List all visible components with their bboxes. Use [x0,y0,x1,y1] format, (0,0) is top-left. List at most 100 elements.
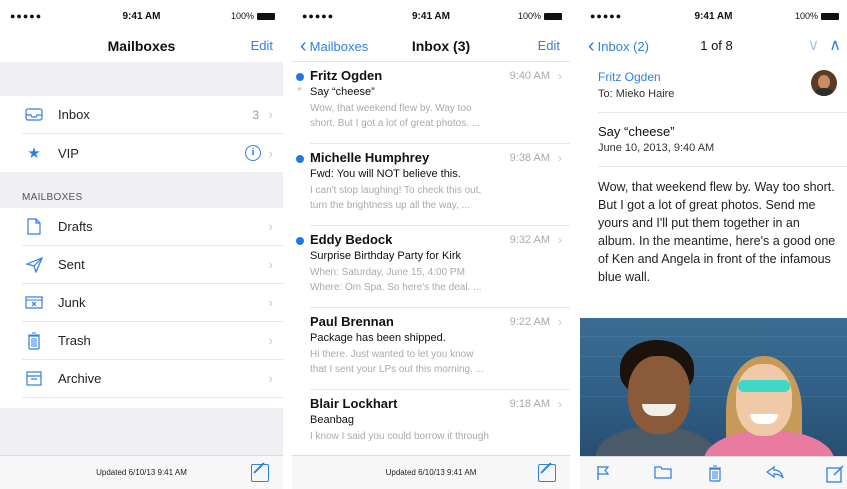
message-subject: Say “cheese” [310,86,375,98]
compose-icon[interactable] [251,464,269,482]
message-body: Wow, that weekend flew by. Way too short… [598,180,836,284]
message-subject: Surprise Birthday Party for Kirk [310,250,461,262]
message-preview: Wow, that weekend flew by. Way too short.… [310,101,542,131]
message-time: 9:38 AM [509,152,550,164]
preview-line: that I sent your LPs out this morning. .… [310,364,484,375]
sent-icon [22,256,46,273]
status-bar: ●●●●● 9:41 AM 100% [580,0,847,34]
battery-indicator: 100% [231,11,275,21]
previous-message-icon[interactable]: ∧ [829,35,841,55]
message-subject: Fwd: You will NOT believe this. [310,168,461,180]
mailbox-label: Drafts [58,219,93,234]
message-preview: When: Saturday, June 15, 4:00 PM Where: O… [310,265,542,295]
trash-icon [22,332,46,350]
section-header: MAILBOXES [0,172,283,208]
attachment-icon: ⌖ [297,84,303,94]
info-icon[interactable]: i [245,145,261,161]
chevron-right-icon: › [268,333,273,348]
message-row[interactable]: Michelle Humphrey 9:38 AM › Fwd: You wil… [296,144,570,226]
mailbox-row-drafts[interactable]: Drafts › [22,208,283,246]
message-time: 9:32 AM [509,234,550,246]
divider [598,166,847,167]
wall-line [580,396,847,397]
compose-icon[interactable] [538,464,556,482]
preview-line: short. But I got a lot of great photos. … [310,118,481,129]
message-row[interactable]: Paul Brennan 9:22 AM › Package has been … [310,308,570,390]
message-preview: I know I said you could borrow it throug… [310,429,542,444]
battery-percent: 100% [517,11,541,21]
unread-dot [296,155,304,163]
message-time: 9:18 AM [509,398,550,410]
message-preview: Hi there. Just wanted to let you know tha… [310,347,542,377]
star-icon: ★ [27,145,41,162]
recipient-line: To: Mieko Haire [598,88,675,100]
avatar [811,70,837,96]
battery-indicator: 100% [795,11,839,21]
next-message-icon[interactable]: ∨ [808,35,820,55]
message-row[interactable]: Eddy Bedock 9:32 AM › Surprise Birthday … [296,226,570,308]
reply-icon[interactable] [765,465,784,483]
navigation-bar: ‹ Mailboxes Inbox (3) Edit [292,34,570,62]
message-row[interactable]: ⌖ Fritz Ogden 9:40 AM › Say “cheese” Wow… [296,62,570,144]
edit-button[interactable]: Edit [538,38,560,53]
archive-icon [22,371,46,386]
battery-percent: 100% [794,11,818,21]
flag-icon[interactable] [596,465,610,485]
trash-icon[interactable] [708,465,722,486]
message-subject: Package has been shipped. [310,332,446,344]
chevron-right-icon: › [558,151,562,165]
mailbox-row-vip[interactable]: ★ VIP i › [22,134,283,172]
message-detail-screen: ●●●●● 9:41 AM 100% ‹ Inbox (2) 1 of 8 ∨ ∧… [580,0,847,489]
photo-person [738,380,790,392]
chevron-right-icon: › [558,315,562,329]
chevron-right-icon: › [268,107,273,122]
chevron-right-icon: › [268,371,273,386]
mailbox-row-trash[interactable]: Trash › [22,322,283,360]
mailbox-row-archive[interactable]: Archive › [22,360,283,398]
bottom-toolbar: Updated 6/10/13 9:41 AM [292,455,570,489]
battery-icon [544,12,562,20]
attached-photo[interactable] [580,318,847,456]
updated-status: Updated 6/10/13 9:41 AM [96,468,187,477]
unread-count: 3 [252,107,259,122]
unread-dot [296,73,304,81]
folder-icon[interactable] [654,465,672,483]
battery-percent: 100% [230,11,254,21]
inbox-icon [22,108,46,121]
wall-line [580,336,847,337]
preview-line: When: Saturday, June 15, 4:00 PM [310,267,465,278]
mailbox-row-inbox[interactable]: Inbox 3 › [22,96,283,134]
chevron-right-icon: › [558,397,562,411]
preview-line: Hi there. Just wanted to let you know [310,349,474,360]
page-title: Mailboxes [107,38,176,54]
mailbox-label: Archive [58,371,102,386]
mailbox-label: Inbox [58,107,90,122]
edit-button[interactable]: Edit [251,38,273,53]
status-bar: ●●●●● 9:41 AM 100% [0,0,283,34]
updated-status: Updated 6/10/13 9:41 AM [385,468,477,477]
message-date: June 10, 2013, 9:40 AM [598,142,715,154]
preview-line: Where: Om Spa. So here's the deal. ... [310,282,482,293]
mailbox-label: Junk [58,295,86,310]
unread-dot [296,237,304,245]
message-preview: I can't stop laughing! To check this out… [310,183,542,213]
battery-indicator: 100% [518,11,562,21]
mailbox-label: Sent [58,257,85,272]
divider [598,112,847,113]
preview-line: turn the brightness up all the way, ... [310,200,470,211]
message-subject: Say “cheese” [598,124,675,139]
navigation-bar: ‹ Inbox (2) 1 of 8 ∨ ∧ [580,34,847,62]
mailbox-label: Trash [58,333,91,348]
photo-person [628,356,690,434]
mailbox-label: VIP [58,145,79,161]
chevron-right-icon: › [268,257,273,272]
navigation-bar: Mailboxes Edit [0,34,283,62]
inbox-screen: ●●●●● 9:41 AM 100% ‹ Mailboxes Inbox (3) … [292,0,570,489]
mailbox-row-junk[interactable]: Junk › [22,284,283,322]
sender-name[interactable]: Fritz Ogden [598,70,661,84]
compose-icon[interactable] [826,465,844,487]
mailboxes-screen: ●●●●● 9:41 AM 100% Mailboxes Edit Inbox … [0,0,283,489]
drafts-icon [22,218,46,235]
mailbox-row-sent[interactable]: Sent › [22,246,283,284]
junk-icon [22,296,46,309]
